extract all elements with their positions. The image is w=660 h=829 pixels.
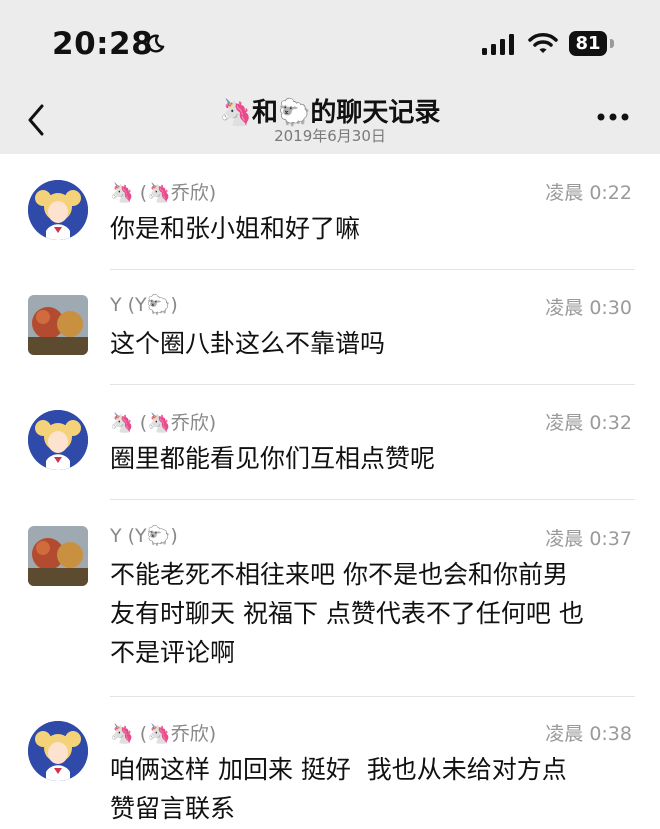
page-date: 2019年6月30日 [274,127,386,145]
sender-name: Y (Y🐑) [110,525,178,547]
message-text: 不能老死不相往来吧 你不是也会和你前男 友有时聊天 祝福下 点赞代表不了任何吧 … [110,560,584,667]
y-avatar[interactable] [28,526,88,586]
sender-name: 🦄 (🦄乔欣) [110,723,217,745]
sailor-moon-avatar[interactable] [28,410,88,470]
divider [110,269,635,270]
divider [110,384,635,385]
status-time: 20:28 [52,26,154,62]
y-avatar[interactable] [28,295,88,355]
chat-record-header: 🦄和🐑的聊天记录 2019年6月30日 [0,90,660,154]
page-title: 🦄和🐑的聊天记录 [219,98,441,128]
message-item: 🦄 (🦄乔欣) 凌晨 0:22 你是和张小姐和好了嘛 [0,171,660,269]
sailor-moon-avatar[interactable] [28,180,88,240]
message-item: Y (Y🐑) 凌晨 0:37 不能老死不相往来吧 你不是也会和你前男 友有时聊天… [0,517,660,695]
message-time: 凌晨 0:37 [545,528,632,550]
battery-cap [610,39,614,48]
message-item: 🦄 (🦄乔欣) 凌晨 0:38 咱俩这样 加回来 挺好 我也从未给对方点 赞留言… [0,712,660,829]
sender-name: Y (Y🐑) [110,294,178,316]
more-icon[interactable] [596,112,630,122]
message-item: 🦄 (🦄乔欣) 凌晨 0:32 圈里都能看见你们互相点赞呢 [0,401,660,499]
message-text: 咱俩这样 加回来 挺好 我也从未给对方点 赞留言联系 [110,755,567,823]
message-text: 你是和张小姐和好了嘛 [110,214,361,243]
signal-icon [482,34,514,55]
battery-icon: 81 [569,31,615,56]
battery-level: 81 [569,31,607,56]
sender-name: 🦄 (🦄乔欣) [110,182,217,204]
sender-name: 🦄 (🦄乔欣) [110,412,217,434]
message-text: 圈里都能看见你们互相点赞呢 [110,444,436,473]
divider [110,499,635,500]
message-text: 这个圈八卦这么不靠谱吗 [110,329,386,358]
divider [110,696,635,697]
message-item: Y (Y🐑) 凌晨 0:30 这个圈八卦这么不靠谱吗 [0,286,660,384]
sailor-moon-avatar[interactable] [28,721,88,781]
message-time: 凌晨 0:30 [545,297,632,319]
message-time: 凌晨 0:22 [545,182,632,204]
moon-icon [147,34,165,53]
wifi-icon [528,33,558,53]
message-time: 凌晨 0:32 [545,412,632,434]
status-bar: 20:28 81 [0,0,660,90]
message-time: 凌晨 0:38 [545,723,632,745]
